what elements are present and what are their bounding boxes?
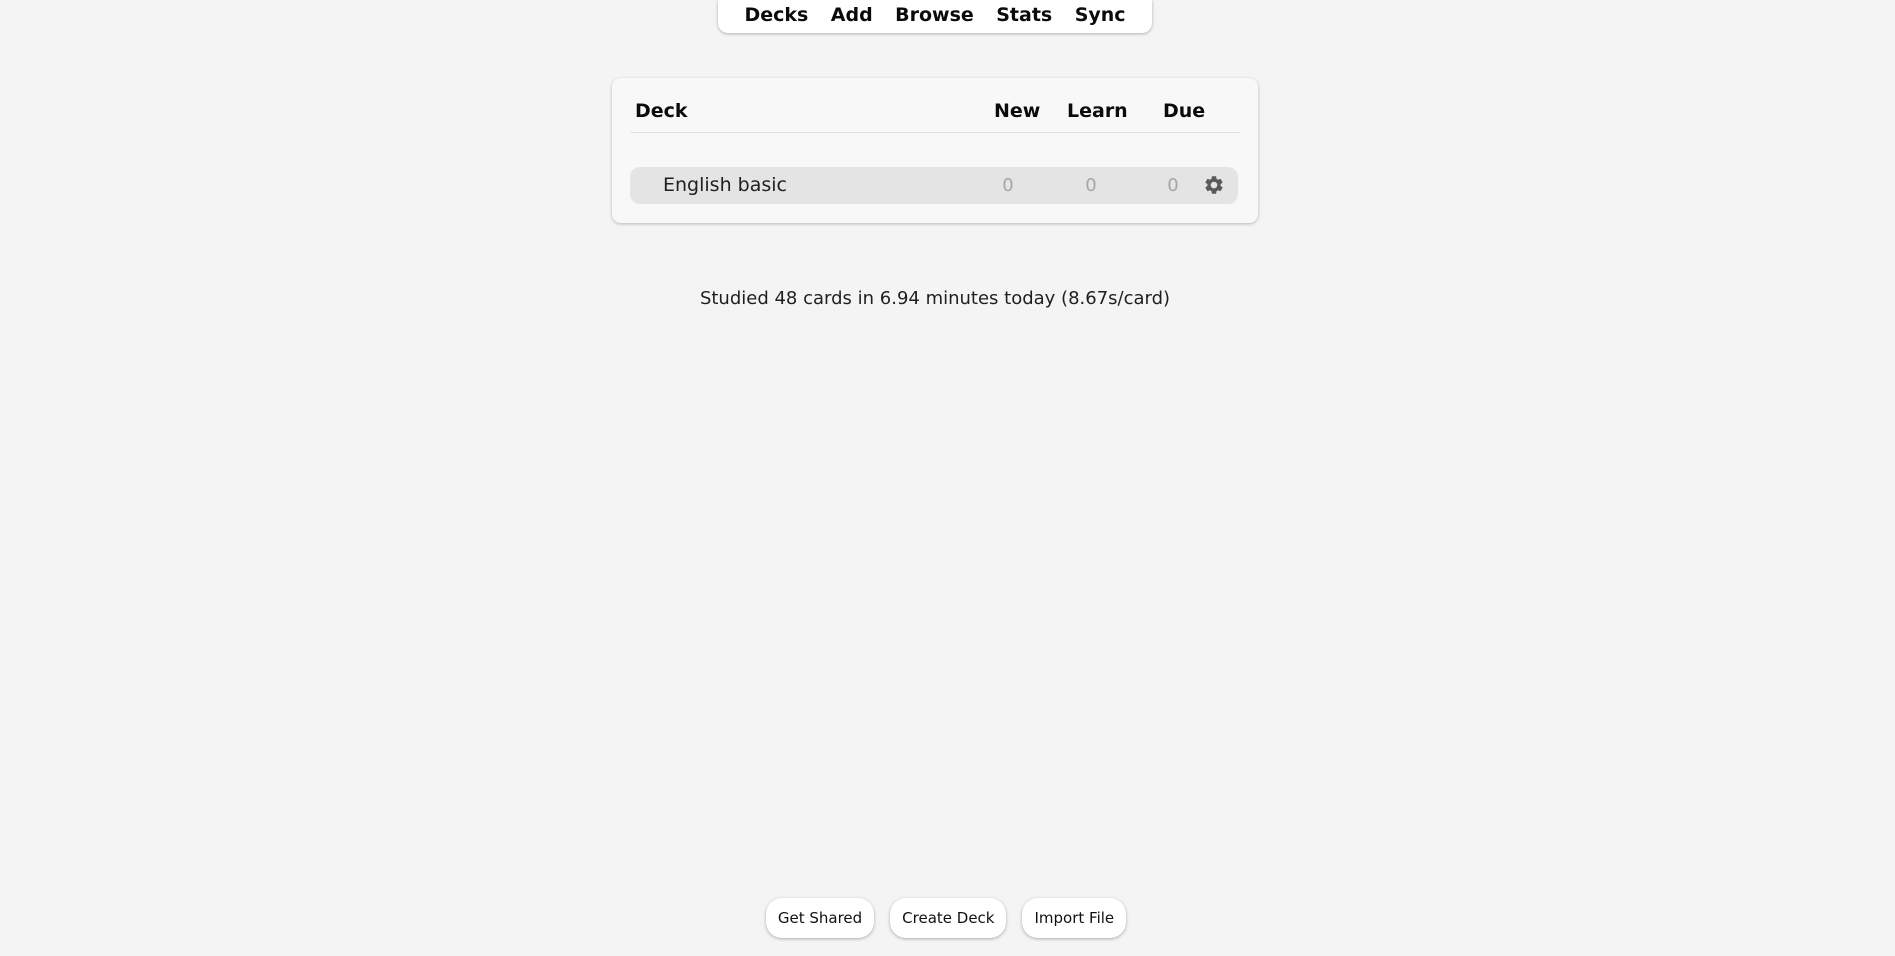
deck-table-header: Deck New Learn Due — [630, 100, 1240, 133]
learn-count: 0 — [1085, 175, 1097, 196]
top-toolbar: Decks Add Browse Stats Sync — [718, 0, 1152, 33]
get-shared-button[interactable]: Get Shared — [765, 898, 875, 938]
create-deck-button[interactable]: Create Deck — [890, 898, 1007, 938]
import-file-button[interactable]: Import File — [1022, 898, 1127, 938]
gear-icon[interactable] — [1203, 174, 1225, 196]
toolbar-decks[interactable]: Decks — [740, 1, 812, 29]
new-count: 0 — [1002, 175, 1014, 196]
main-window: Decks Add Browse Stats Sync Deck New Lea… — [0, 0, 1895, 956]
studied-today-summary: Studied 48 cards in 6.94 minutes today (… — [699, 288, 1171, 309]
deck-list-panel: Deck New Learn Due English basic 0 0 0 — [612, 78, 1258, 223]
deck-name-link[interactable]: English basic — [663, 174, 787, 196]
header-deck: Deck — [635, 100, 688, 122]
header-learn: Learn — [1067, 100, 1128, 122]
toolbar-add[interactable]: Add — [827, 1, 877, 29]
deck-row[interactable]: English basic 0 0 0 — [630, 167, 1238, 204]
toolbar-browse[interactable]: Browse — [891, 1, 978, 29]
header-new: New — [994, 100, 1041, 122]
header-due: Due — [1163, 100, 1206, 122]
toolbar-stats[interactable]: Stats — [992, 1, 1056, 29]
bottom-button-bar: Get Shared Create Deck Import File — [0, 898, 1892, 938]
due-count: 0 — [1167, 175, 1179, 196]
toolbar-sync[interactable]: Sync — [1071, 1, 1130, 29]
